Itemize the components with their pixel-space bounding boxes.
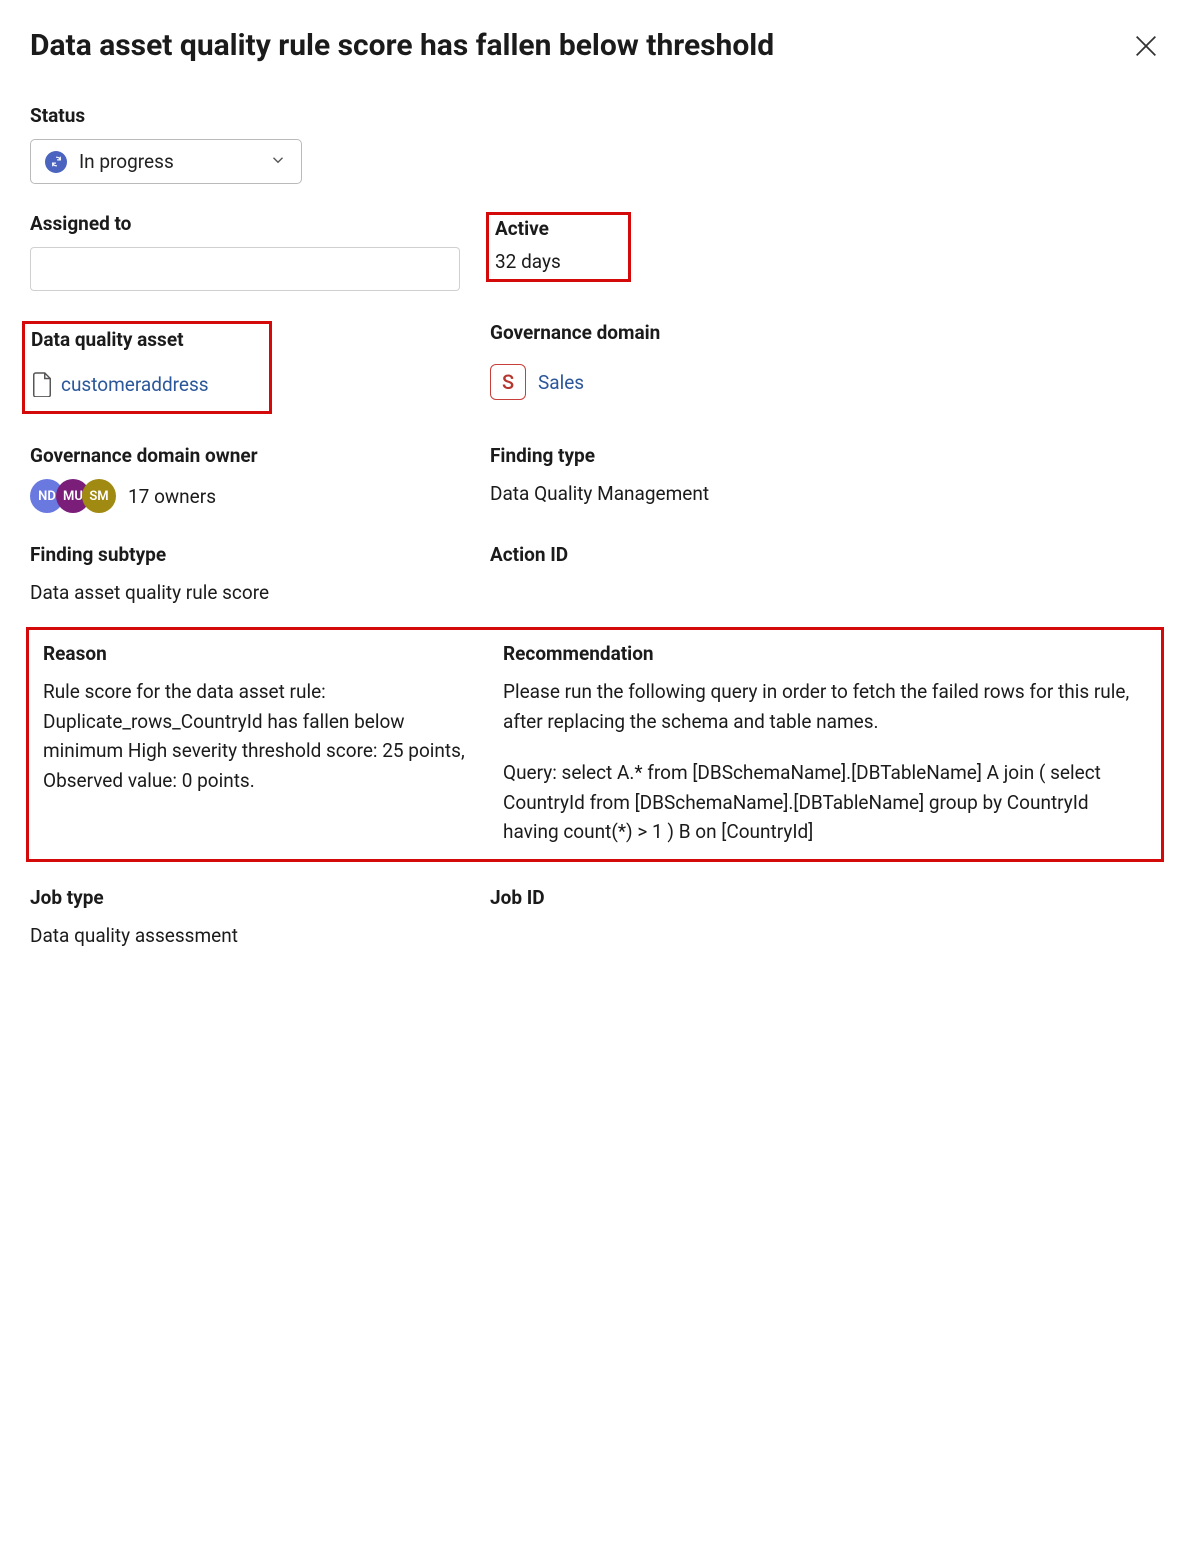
data-quality-asset-link[interactable]: customeraddress — [61, 373, 209, 396]
recommendation-paragraph-1: Please run the following query in order … — [503, 677, 1147, 736]
highlight-asset: Data quality asset customeraddress — [22, 321, 272, 414]
action-id-label: Action ID — [490, 543, 1160, 566]
reason-value: Rule score for the data asset rule: Dupl… — [43, 677, 483, 795]
avatar: SM — [82, 479, 116, 513]
status-dropdown[interactable]: In progress — [30, 139, 302, 184]
owner-avatars[interactable]: ND MU SM — [30, 479, 116, 513]
finding-subtype-value: Data asset quality rule score — [30, 578, 480, 607]
recommendation-paragraph-2: Query: select A.* from [DBSchemaName].[D… — [503, 758, 1147, 846]
close-icon — [1132, 32, 1160, 60]
assigned-to-label: Assigned to — [30, 212, 480, 235]
highlight-active: Active 32 days — [486, 212, 631, 282]
owners-count: 17 owners — [128, 485, 216, 508]
status-value: In progress — [79, 150, 174, 173]
refresh-icon — [45, 151, 67, 173]
page-title: Data asset quality rule score has fallen… — [30, 28, 774, 64]
job-id-label: Job ID — [490, 886, 1160, 909]
recommendation-value: Please run the following query in order … — [503, 677, 1147, 846]
data-quality-asset-label: Data quality asset — [31, 328, 261, 351]
job-type-value: Data quality assessment — [30, 921, 480, 950]
finding-type-label: Finding type — [490, 444, 1160, 467]
close-button[interactable] — [1132, 32, 1160, 60]
finding-type-value: Data Quality Management — [490, 479, 1160, 508]
reason-label: Reason — [43, 642, 483, 665]
job-type-label: Job type — [30, 886, 480, 909]
governance-domain-badge: S — [490, 364, 526, 400]
chevron-down-icon — [269, 151, 287, 173]
governance-domain-link[interactable]: Sales — [538, 371, 584, 394]
recommendation-label: Recommendation — [503, 642, 1147, 665]
governance-domain-owner-label: Governance domain owner — [30, 444, 480, 467]
assigned-to-input[interactable] — [30, 247, 460, 291]
finding-subtype-label: Finding subtype — [30, 543, 480, 566]
active-label: Active — [495, 217, 620, 240]
active-value: 32 days — [495, 250, 620, 273]
status-label: Status — [30, 104, 1160, 127]
file-icon — [31, 371, 53, 397]
governance-domain-label: Governance domain — [490, 321, 1160, 344]
highlight-reason-recommendation: Reason Rule score for the data asset rul… — [26, 627, 1164, 861]
